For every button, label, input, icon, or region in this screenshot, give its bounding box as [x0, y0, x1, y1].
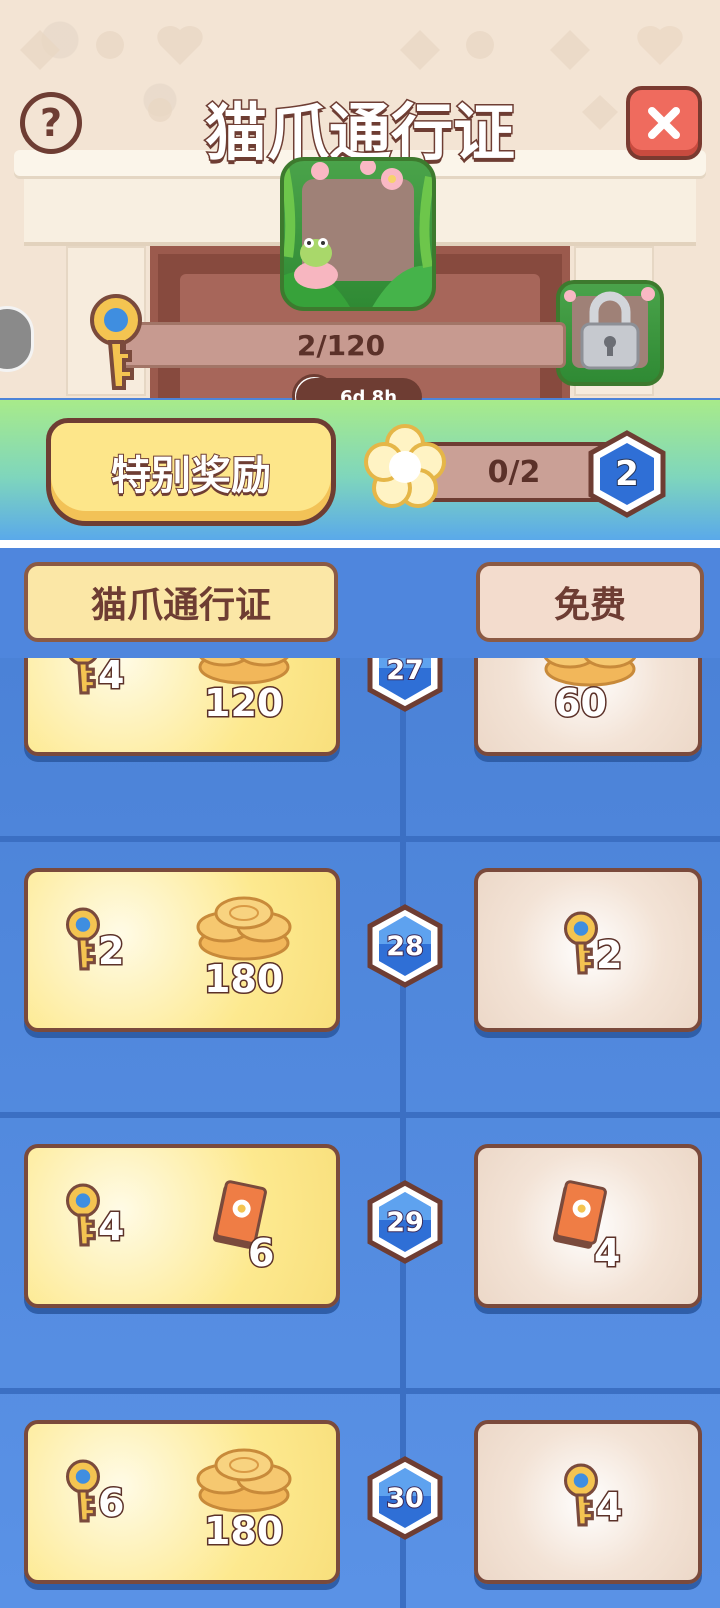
level-number: 27	[385, 658, 425, 687]
reward-quantity: 6	[246, 1231, 276, 1275]
free-column-header: 免费	[476, 562, 704, 642]
paid-column-header: 猫爪通行证	[24, 562, 338, 642]
band-separator	[0, 540, 720, 548]
side-drawer-tab[interactable]	[0, 306, 34, 372]
reward-list[interactable]: 4 120 60 27 2 180 2 28 4 6 4 29 6 180 4 …	[0, 658, 720, 1608]
locked-reward-preview[interactable]	[556, 280, 664, 386]
help-button[interactable]: ?	[20, 92, 82, 154]
free-reward-card[interactable]: 4	[474, 1144, 702, 1308]
frog-on-lotus-icon	[284, 161, 432, 307]
close-button[interactable]	[626, 86, 702, 160]
reward-quantity: 180	[202, 1509, 284, 1553]
reward-quantity: 60	[553, 681, 609, 725]
pass-progress-text: 2/120	[296, 328, 386, 362]
reward-quantity: 120	[202, 681, 284, 725]
reward-quantity: 4	[96, 1205, 126, 1249]
frame-reward-preview[interactable]	[280, 157, 436, 311]
reward-quantity: 2	[594, 933, 624, 977]
paid-reward-card[interactable]: 6 180	[24, 1420, 340, 1584]
paid-reward-card[interactable]: 4 120	[24, 658, 340, 756]
level-number: 29	[385, 1206, 425, 1239]
level-number: 28	[385, 930, 425, 963]
key-icon	[90, 294, 142, 390]
pass-progress-bar: 2/120	[116, 322, 566, 368]
free-reward-card[interactable]: 60	[474, 658, 702, 756]
close-x-icon	[648, 107, 680, 139]
pass-header: 猫爪通行证 ? 2/120	[0, 0, 720, 398]
flower-icon	[364, 424, 446, 508]
paid-reward-card[interactable]: 2 180	[24, 868, 340, 1032]
reward-quantity: 180	[202, 957, 284, 1001]
special-badge-number: 2	[614, 453, 640, 495]
padlock-icon	[564, 287, 655, 370]
level-number: 30	[385, 1482, 425, 1515]
reward-quantity: 4	[594, 1485, 624, 1529]
free-reward-card[interactable]: 4	[474, 1420, 702, 1584]
special-reward-button[interactable]: 特别奖励	[46, 418, 336, 526]
question-mark-icon: ?	[39, 101, 63, 145]
free-reward-card[interactable]: 2	[474, 868, 702, 1032]
paid-reward-card[interactable]: 4 6	[24, 1144, 340, 1308]
reward-quantity: 2	[96, 929, 126, 973]
reward-quantity: 6	[96, 1481, 126, 1525]
reward-quantity: 4	[96, 658, 126, 697]
reward-quantity: 4	[592, 1231, 622, 1275]
